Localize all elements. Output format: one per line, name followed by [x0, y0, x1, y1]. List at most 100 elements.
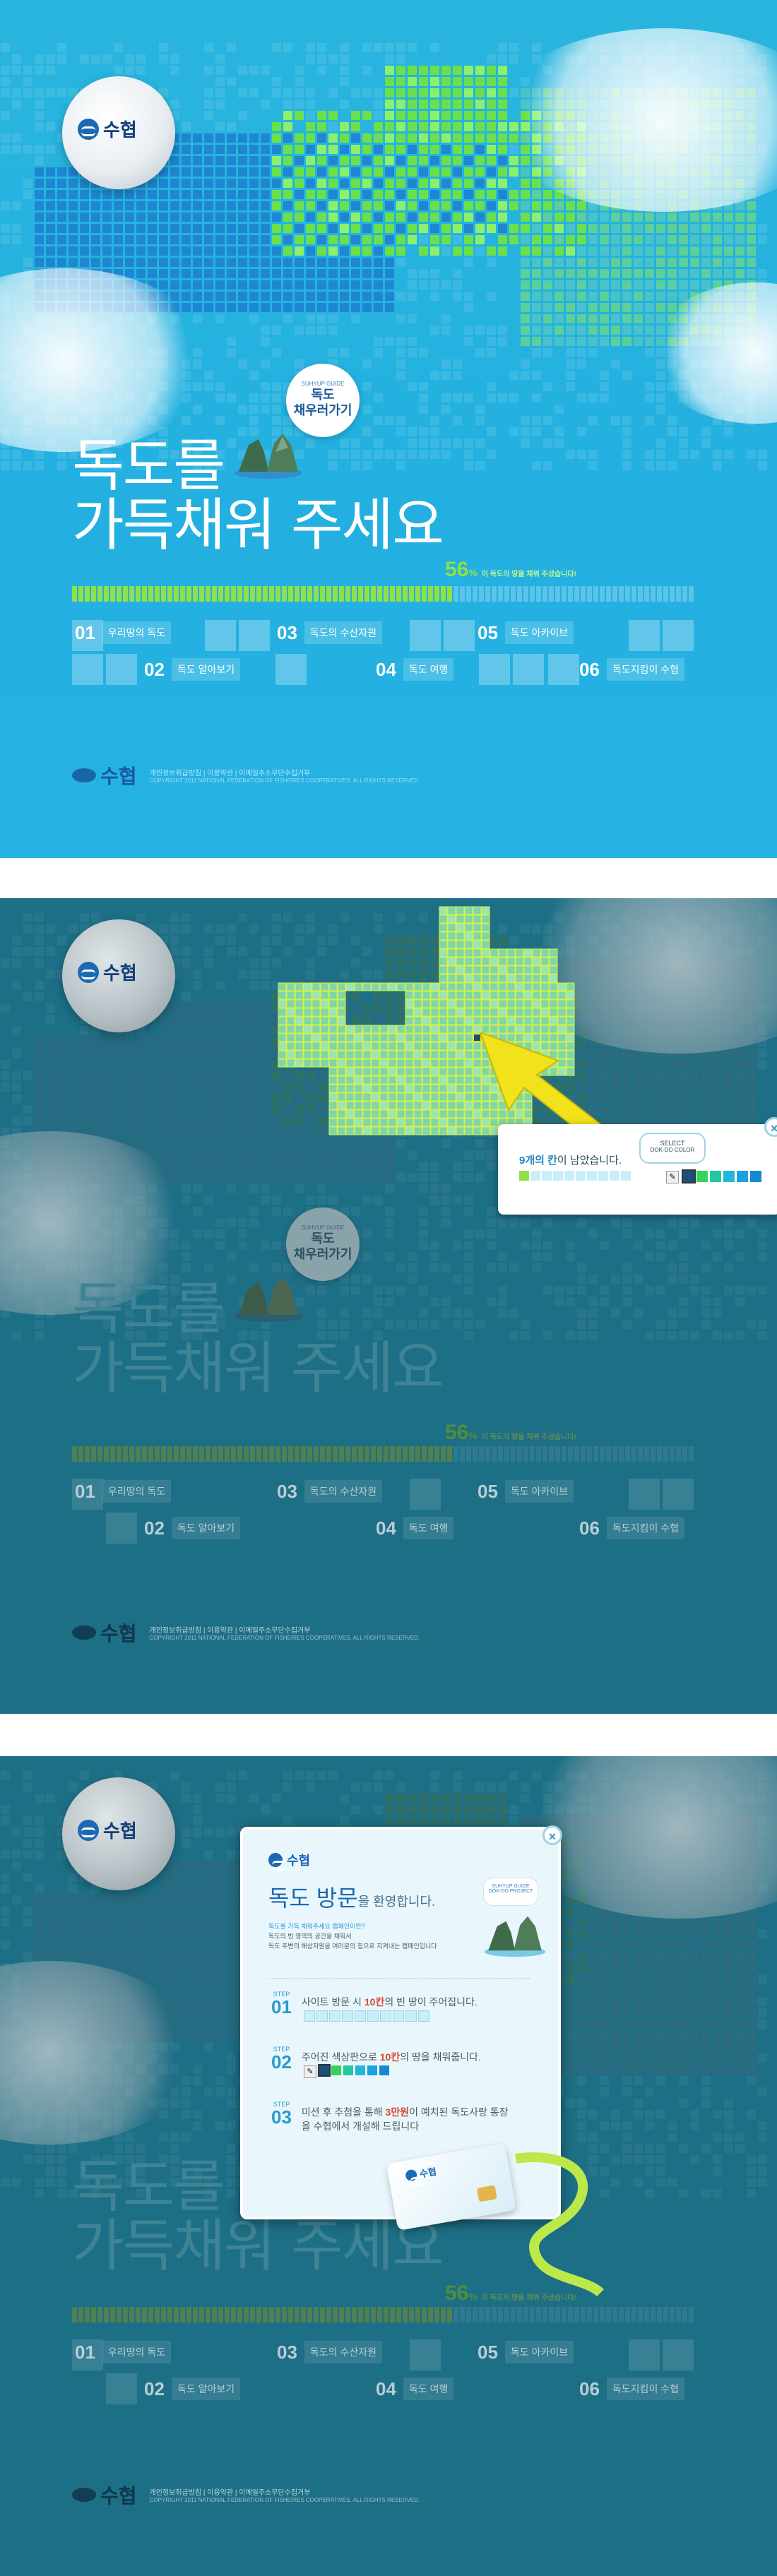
map-cell[interactable] — [329, 1093, 337, 1101]
map-cell[interactable] — [456, 1025, 464, 1033]
map-cell[interactable] — [405, 1102, 413, 1109]
map-cell[interactable] — [389, 1093, 396, 1101]
map-cell[interactable] — [363, 1059, 371, 1067]
map-cell[interactable] — [448, 958, 456, 965]
map-cell[interactable] — [304, 991, 312, 999]
map-cell[interactable] — [465, 915, 473, 923]
map-cell[interactable] — [465, 1068, 473, 1075]
map-cell[interactable] — [380, 1119, 388, 1126]
map-cell[interactable] — [312, 1051, 320, 1059]
map-cell[interactable] — [355, 1119, 362, 1126]
map-cell[interactable] — [422, 1051, 430, 1059]
map-cell[interactable] — [439, 1025, 447, 1033]
map-cell[interactable] — [490, 966, 498, 974]
map-cell[interactable] — [338, 983, 345, 991]
map-cell[interactable] — [372, 1051, 379, 1059]
map-cell[interactable] — [397, 983, 405, 991]
map-cell[interactable] — [295, 1042, 303, 1050]
map-cell[interactable] — [473, 924, 481, 931]
map-cell[interactable] — [448, 924, 456, 931]
map-cell[interactable] — [397, 1102, 405, 1109]
map-cell[interactable] — [278, 1059, 286, 1067]
map-cell[interactable] — [414, 1119, 422, 1126]
map-cell[interactable] — [448, 932, 456, 940]
map-cell[interactable] — [295, 991, 303, 999]
map-cell[interactable] — [329, 1059, 337, 1067]
map-cell[interactable] — [389, 1127, 396, 1135]
map-cell[interactable] — [363, 1034, 371, 1042]
map-cell[interactable] — [465, 949, 473, 957]
map-cell[interactable] — [321, 1025, 328, 1033]
map-cell[interactable] — [414, 1102, 422, 1109]
map-cell[interactable] — [465, 1110, 473, 1118]
map-cell[interactable] — [355, 1110, 362, 1118]
map-cell[interactable] — [389, 1102, 396, 1109]
map-cell[interactable] — [312, 1042, 320, 1050]
map-cell[interactable] — [482, 907, 490, 914]
map-cell[interactable] — [405, 1110, 413, 1118]
map-cell[interactable] — [346, 1051, 354, 1059]
map-cell[interactable] — [465, 1085, 473, 1092]
map-cell[interactable] — [448, 1017, 456, 1025]
map-cell[interactable] — [473, 1008, 481, 1016]
map-cell[interactable] — [287, 1059, 295, 1067]
map-cell[interactable] — [422, 1025, 430, 1033]
map-cell[interactable] — [456, 983, 464, 991]
map-cell[interactable] — [372, 1102, 379, 1109]
map-cell[interactable] — [380, 1110, 388, 1118]
map-cell[interactable] — [456, 907, 464, 914]
map-cell[interactable] — [312, 991, 320, 999]
map-cell[interactable] — [465, 991, 473, 999]
map-cell[interactable] — [533, 974, 540, 982]
map-cell[interactable] — [389, 1068, 396, 1075]
map-cell[interactable] — [355, 1025, 362, 1033]
map-cell[interactable] — [304, 1017, 312, 1025]
map-cell[interactable] — [448, 1051, 456, 1059]
map-cell[interactable] — [533, 949, 540, 957]
map-cell[interactable] — [439, 1059, 447, 1067]
map-cell[interactable] — [456, 941, 464, 948]
map-cell[interactable] — [414, 1025, 422, 1033]
map-cell[interactable] — [431, 1093, 439, 1101]
map-cell[interactable] — [304, 983, 312, 991]
map-cell[interactable] — [304, 1025, 312, 1033]
map-cell[interactable] — [456, 1127, 464, 1135]
map-cell[interactable] — [448, 1025, 456, 1033]
map-cell[interactable] — [448, 1034, 456, 1042]
map-cell[interactable] — [389, 1051, 396, 1059]
map-cell[interactable] — [482, 915, 490, 923]
map-cell[interactable] — [329, 1085, 337, 1092]
menu-item-02[interactable]: 02 독도 알아보기 — [144, 1517, 240, 1539]
map-cell[interactable] — [380, 1076, 388, 1084]
map-cell[interactable] — [431, 983, 439, 991]
map-cell[interactable] — [397, 1051, 405, 1059]
map-cell[interactable] — [355, 1085, 362, 1092]
color-swatch[interactable] — [683, 1171, 694, 1182]
map-cell[interactable] — [473, 1000, 481, 1008]
map-cell[interactable] — [329, 1068, 337, 1075]
map-cell[interactable] — [346, 1034, 354, 1042]
map-cell[interactable] — [338, 1034, 345, 1042]
map-cell[interactable] — [448, 1068, 456, 1075]
map-cell[interactable] — [558, 991, 566, 999]
map-cell[interactable] — [346, 1068, 354, 1075]
map-cell[interactable] — [278, 1000, 286, 1008]
map-cell[interactable] — [567, 1000, 574, 1008]
map-cell[interactable] — [567, 1008, 574, 1016]
map-cell[interactable] — [321, 1051, 328, 1059]
map-cell[interactable] — [439, 974, 447, 982]
map-cell[interactable] — [304, 1000, 312, 1008]
map-cell[interactable] — [278, 1008, 286, 1016]
map-cell[interactable] — [278, 1025, 286, 1033]
map-cell[interactable] — [541, 958, 549, 965]
map-cell[interactable] — [465, 1102, 473, 1109]
map-cell[interactable] — [405, 1025, 413, 1033]
map-cell[interactable] — [380, 1085, 388, 1092]
map-cell[interactable] — [380, 1051, 388, 1059]
map-cell[interactable] — [439, 1085, 447, 1092]
map-cell[interactable] — [465, 1017, 473, 1025]
map-cell[interactable] — [312, 1008, 320, 1016]
map-cell[interactable] — [482, 974, 490, 982]
map-cell[interactable] — [389, 1076, 396, 1084]
map-cell[interactable] — [473, 974, 481, 982]
